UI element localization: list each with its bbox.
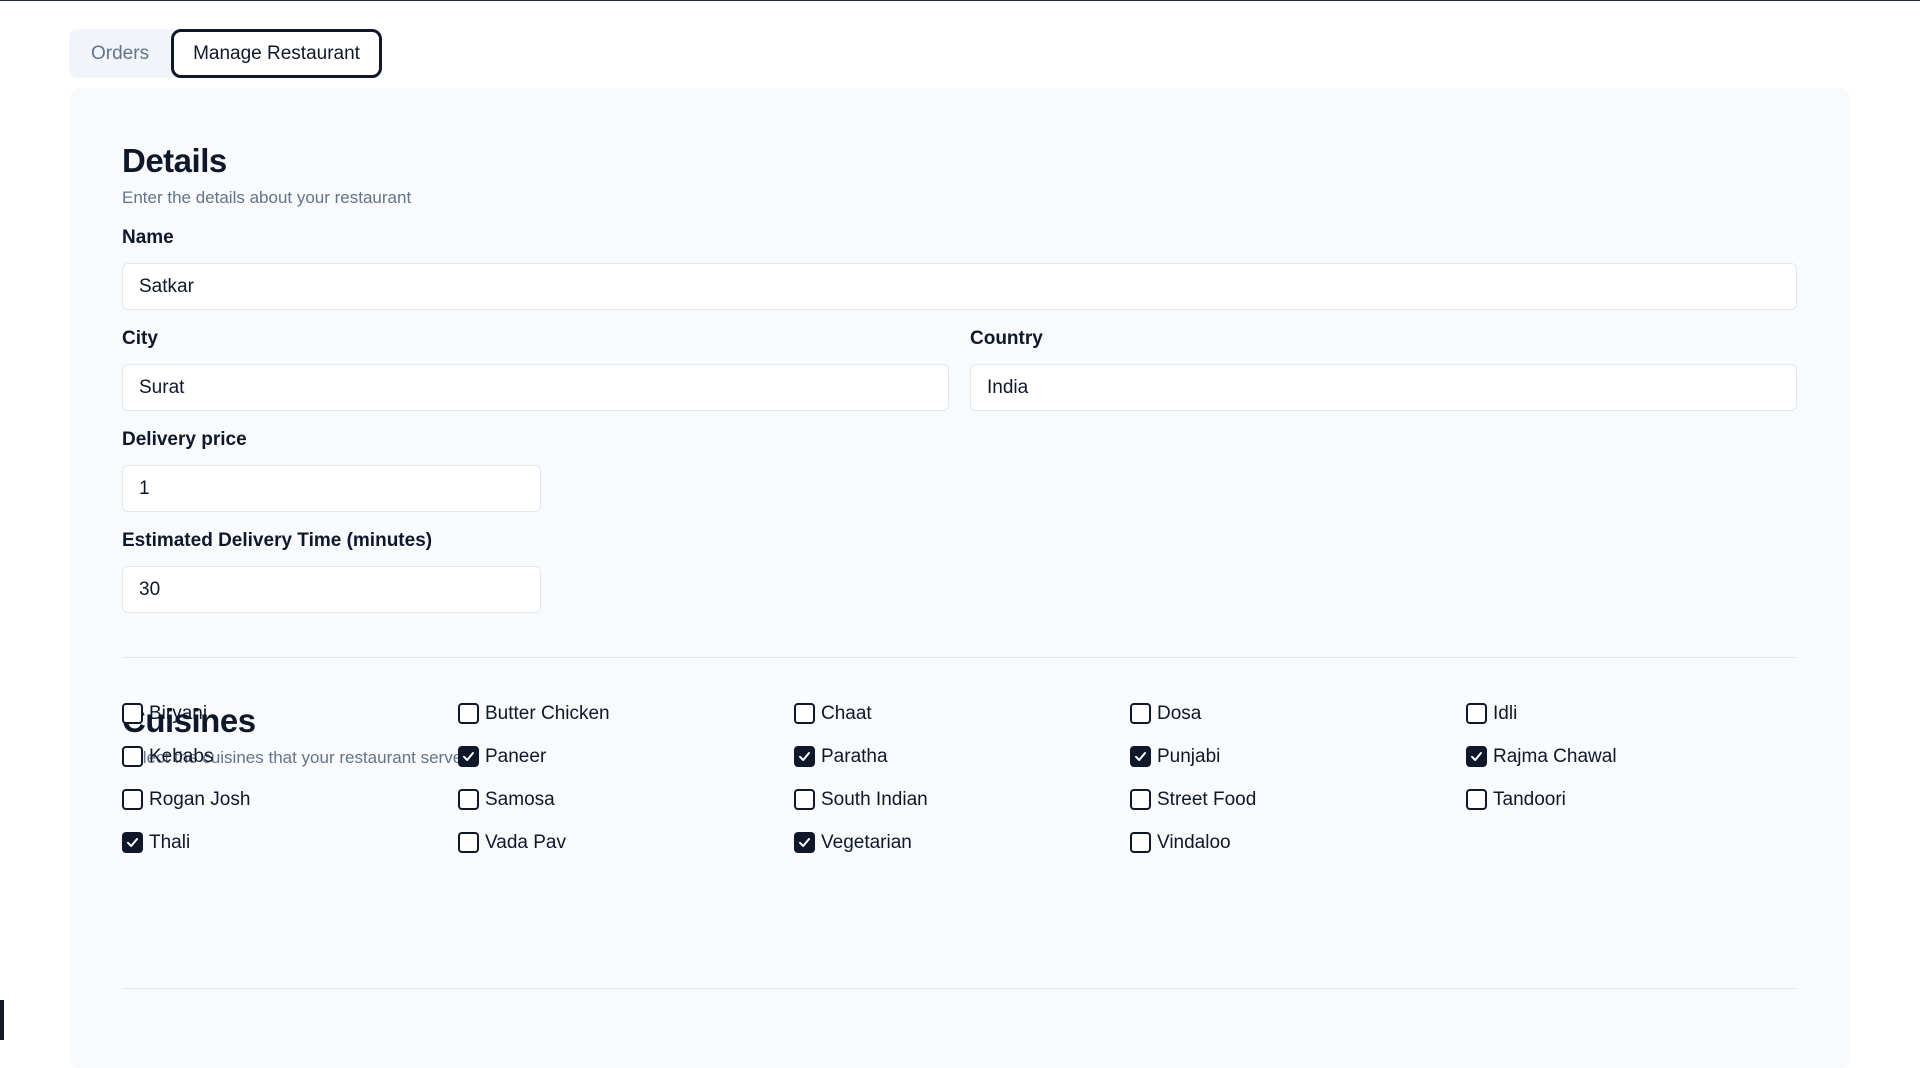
cuisine-option-punjabi[interactable]: Punjabi	[1130, 735, 1466, 778]
cuisine-option-paneer[interactable]: Paneer	[458, 735, 794, 778]
cuisine-label: Vegetarian	[821, 831, 912, 853]
delivery-time-label: Estimated Delivery Time (minutes)	[122, 530, 433, 551]
cuisine-label: Vindaloo	[1157, 831, 1231, 853]
checkbox-vindaloo[interactable]	[1130, 832, 1151, 853]
name-label: Name	[122, 227, 174, 248]
cuisine-label: Samosa	[485, 788, 555, 810]
tab-manage-restaurant[interactable]: Manage Restaurant	[171, 29, 382, 78]
checkbox-butter-chicken[interactable]	[458, 703, 479, 724]
cuisine-label: Punjabi	[1157, 745, 1221, 767]
delivery-price-label: Delivery price	[122, 429, 247, 450]
checkmark-icon	[1135, 752, 1146, 761]
cuisine-option-chaat[interactable]: Chaat	[794, 692, 1130, 735]
cuisine-label: South Indian	[821, 788, 928, 810]
cuisine-option-vada-pav[interactable]: Vada Pav	[458, 821, 794, 864]
checkmark-icon	[799, 838, 810, 847]
delivery-time-input[interactable]	[122, 566, 541, 613]
cuisine-label: Chaat	[821, 702, 872, 724]
window-top-border	[0, 0, 1920, 1]
cuisine-option-street-food[interactable]: Street Food	[1130, 778, 1466, 821]
cuisine-option-thali[interactable]: Thali	[122, 821, 458, 864]
checkbox-punjabi[interactable]	[1130, 746, 1151, 767]
checkbox-tandoori[interactable]	[1466, 789, 1487, 810]
country-label: Country	[970, 328, 1043, 349]
section-divider	[122, 988, 1797, 989]
cuisine-label: Biryani	[149, 702, 208, 724]
checkbox-chaat[interactable]	[794, 703, 815, 724]
checkbox-paratha[interactable]	[794, 746, 815, 767]
cuisine-option-tandoori[interactable]: Tandoori	[1466, 778, 1802, 821]
cuisine-option-vindaloo[interactable]: Vindaloo	[1130, 821, 1466, 864]
cuisine-label: Dosa	[1157, 702, 1202, 724]
checkbox-street-food[interactable]	[1130, 789, 1151, 810]
cuisine-option-butter-chicken[interactable]: Butter Chicken	[458, 692, 794, 735]
tab-orders[interactable]: Orders	[69, 29, 171, 78]
city-input[interactable]	[122, 364, 949, 411]
name-input[interactable]	[122, 263, 1797, 310]
cuisine-option-rajma-chawal[interactable]: Rajma Chawal	[1466, 735, 1802, 778]
details-title: Details	[122, 142, 227, 179]
cuisine-label: Idli	[1493, 702, 1518, 724]
checkbox-rajma-chawal[interactable]	[1466, 746, 1487, 767]
cuisine-label: Butter Chicken	[485, 702, 610, 724]
cuisine-label: Thali	[149, 831, 191, 853]
cuisine-option-rogan-josh[interactable]: Rogan Josh	[122, 778, 458, 821]
cuisine-label: Vada Pav	[485, 831, 566, 853]
checkbox-paneer[interactable]	[458, 746, 479, 767]
checkbox-rogan-josh[interactable]	[122, 789, 143, 810]
cuisine-label: Tandoori	[1493, 788, 1566, 810]
cuisine-label: Rajma Chawal	[1493, 745, 1617, 767]
checkbox-south-indian[interactable]	[794, 789, 815, 810]
checkbox-dosa[interactable]	[1130, 703, 1151, 724]
cuisine-label: Rogan Josh	[149, 788, 251, 810]
cuisine-option-dosa[interactable]: Dosa	[1130, 692, 1466, 735]
cuisine-checkbox-grid: Biryani Butter Chicken Chaat Dosa Idli Kebabs…	[122, 692, 1797, 864]
cuisine-label: Street Food	[1157, 788, 1257, 810]
cuisine-option-samosa[interactable]: Samosa	[458, 778, 794, 821]
checkbox-vada-pav[interactable]	[458, 832, 479, 853]
details-subtitle: Enter the details about your restaurant	[122, 188, 412, 207]
cuisine-label: Paneer	[485, 745, 547, 767]
section-divider	[122, 657, 1797, 658]
checkbox-samosa[interactable]	[458, 789, 479, 810]
checkmark-icon	[799, 752, 810, 761]
checkmark-icon	[127, 838, 138, 847]
delivery-price-input[interactable]	[122, 465, 541, 512]
window-edge	[0, 1000, 4, 1040]
country-input[interactable]	[970, 364, 1797, 411]
tab-list: Orders Manage Restaurant	[69, 29, 382, 78]
cuisine-option-biryani[interactable]: Biryani	[122, 692, 458, 735]
cuisine-option-vegetarian[interactable]: Vegetarian	[794, 821, 1130, 864]
cuisine-label: Paratha	[821, 745, 888, 767]
checkmark-icon	[1471, 752, 1482, 761]
cuisine-option-idli[interactable]: Idli	[1466, 692, 1802, 735]
checkbox-biryani[interactable]	[122, 703, 143, 724]
manage-restaurant-form: Details Enter the details about your res…	[69, 88, 1851, 1068]
checkbox-vegetarian[interactable]	[794, 832, 815, 853]
cuisine-option-south-indian[interactable]: South Indian	[794, 778, 1130, 821]
checkmark-icon	[463, 752, 474, 761]
cuisine-option-kebabs[interactable]: Kebabs	[122, 735, 458, 778]
cuisine-option-paratha[interactable]: Paratha	[794, 735, 1130, 778]
checkbox-idli[interactable]	[1466, 703, 1487, 724]
checkbox-kebabs[interactable]	[122, 746, 143, 767]
checkbox-thali[interactable]	[122, 832, 143, 853]
city-label: City	[122, 328, 158, 349]
cuisine-label: Kebabs	[149, 745, 214, 767]
